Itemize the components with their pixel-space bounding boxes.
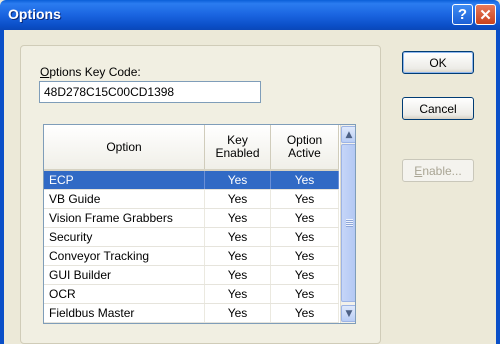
help-button[interactable]: ? xyxy=(452,4,473,25)
list-rows: ECP Yes Yes VB Guide Yes Yes Vision Fram… xyxy=(44,171,339,323)
cell-key-enabled: Yes xyxy=(205,266,271,284)
window-frame-right xyxy=(496,30,500,344)
chevron-up-icon: ▲ xyxy=(345,129,353,140)
cell-option-active: Yes xyxy=(271,285,339,303)
enable-button: Enable... xyxy=(402,159,474,182)
ok-button[interactable]: OK xyxy=(402,51,474,74)
column-header-option-active-line1: Option xyxy=(286,133,323,147)
cell-option: OCR xyxy=(44,285,205,303)
list-row[interactable]: OCR Yes Yes xyxy=(44,285,339,304)
cell-option: VB Guide xyxy=(44,190,205,208)
cell-option: Conveyor Tracking xyxy=(44,247,205,265)
cell-option-active: Yes xyxy=(271,171,339,189)
scrollbar-thumb[interactable] xyxy=(341,144,355,302)
list-row[interactable]: GUI Builder Yes Yes xyxy=(44,266,339,285)
cell-key-enabled: Yes xyxy=(205,285,271,303)
list-scrollbar[interactable]: ▲ ▼ xyxy=(340,125,355,323)
options-list[interactable]: Option Key Enabled Option Active ECP Yes Y… xyxy=(43,124,356,324)
cell-option-active: Yes xyxy=(271,247,339,265)
scroll-up-button[interactable]: ▲ xyxy=(341,126,355,143)
list-row[interactable]: ECP Yes Yes xyxy=(44,171,339,190)
key-code-label-text: ptions Key Code: xyxy=(49,65,141,79)
cell-key-enabled: Yes xyxy=(205,209,271,227)
title-bar[interactable]: Options ? ✕ xyxy=(0,0,500,30)
cell-option-active: Yes xyxy=(271,266,339,284)
cell-option-active: Yes xyxy=(271,190,339,208)
grip-icon xyxy=(346,219,353,227)
cell-key-enabled: Yes xyxy=(205,190,271,208)
close-button[interactable]: ✕ xyxy=(475,4,496,25)
column-header-option-active-label: Option Active xyxy=(287,134,322,160)
column-header-option-active-line2: Active xyxy=(288,146,321,160)
enable-button-accel: E xyxy=(414,163,423,178)
cell-key-enabled: Yes xyxy=(205,304,271,322)
list-row[interactable]: VB Guide Yes Yes xyxy=(44,190,339,209)
cell-key-enabled: Yes xyxy=(205,247,271,265)
column-header-option-label: Option xyxy=(106,139,142,154)
list-header: Option Key Enabled Option Active xyxy=(44,125,339,171)
cell-option: Security xyxy=(44,228,205,246)
window-title: Options xyxy=(8,6,61,22)
column-header-option-active[interactable]: Option Active xyxy=(271,125,339,169)
scroll-down-button[interactable]: ▼ xyxy=(341,305,355,322)
cell-option: ECP xyxy=(44,171,205,189)
cell-key-enabled: Yes xyxy=(205,228,271,246)
cell-option: GUI Builder xyxy=(44,266,205,284)
cancel-button[interactable]: Cancel xyxy=(402,97,474,120)
window-frame-left xyxy=(0,30,4,344)
key-code-label-accel: O xyxy=(40,65,50,79)
list-row[interactable]: Vision Frame Grabbers Yes Yes xyxy=(44,209,339,228)
column-header-key-enabled-line1: Key xyxy=(227,133,248,147)
column-header-key-enabled[interactable]: Key Enabled xyxy=(205,125,271,169)
cell-option: Fieldbus Master xyxy=(44,304,205,322)
list-row[interactable]: Security Yes Yes xyxy=(44,228,339,247)
key-code-label: Options Key Code: xyxy=(40,65,141,79)
column-header-option[interactable]: Option xyxy=(44,125,205,169)
column-header-key-enabled-label: Key Enabled xyxy=(215,134,259,160)
chevron-down-icon: ▼ xyxy=(345,308,353,319)
list-row[interactable]: Conveyor Tracking Yes Yes xyxy=(44,247,339,266)
close-icon: ✕ xyxy=(479,6,492,24)
list-row[interactable]: Fieldbus Master Yes Yes xyxy=(44,304,339,323)
cell-option-active: Yes xyxy=(271,304,339,322)
cell-option: Vision Frame Grabbers xyxy=(44,209,205,227)
cell-option-active: Yes xyxy=(271,228,339,246)
column-header-key-enabled-line2: Enabled xyxy=(215,146,260,160)
help-icon: ? xyxy=(457,6,468,23)
key-code-field[interactable]: 48D278C15C00CD1398 xyxy=(39,81,261,103)
cell-option-active: Yes xyxy=(271,209,339,227)
cell-key-enabled: Yes xyxy=(205,171,271,189)
enable-button-label: nable... xyxy=(422,163,462,178)
